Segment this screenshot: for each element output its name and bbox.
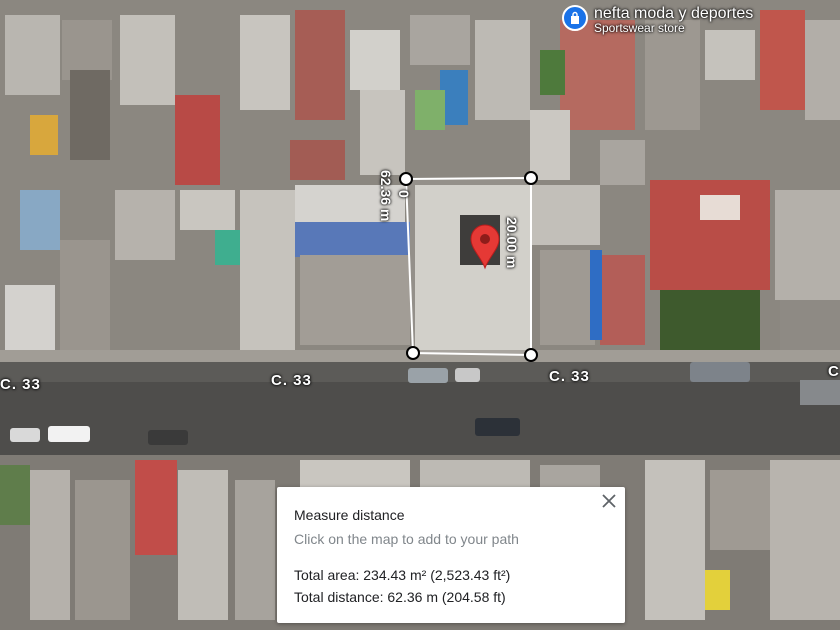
total-area-label: Total area: bbox=[294, 567, 360, 583]
measure-vertex[interactable] bbox=[406, 346, 420, 360]
street-label: C. 33 bbox=[271, 372, 312, 389]
street bbox=[0, 362, 840, 460]
right-edge-distance-label: 20.00 m bbox=[504, 217, 520, 269]
total-distance-label: Total distance: bbox=[294, 589, 384, 605]
street-label: C bbox=[828, 363, 840, 380]
shopping-bag-icon bbox=[562, 5, 588, 31]
measure-vertex[interactable] bbox=[524, 348, 538, 362]
poi-name: nefta moda y deportes bbox=[594, 5, 754, 22]
street-label: C. 33 bbox=[549, 368, 590, 385]
measure-distance-panel: Measure distance Click on the map to add… bbox=[277, 487, 625, 623]
top-edge-distance-label: 62.36 m bbox=[378, 170, 394, 222]
total-area: Total area: 234.43 m² (2,523.43 ft²) bbox=[294, 564, 608, 586]
measure-vertex[interactable] bbox=[524, 171, 538, 185]
total-distance-value: 62.36 m (204.58 ft) bbox=[387, 589, 506, 605]
total-distance: Total distance: 62.36 m (204.58 ft) bbox=[294, 586, 608, 608]
panel-hint: Click on the map to add to your path bbox=[294, 531, 519, 547]
street-label: C. 33 bbox=[0, 376, 41, 393]
close-icon[interactable] bbox=[599, 491, 619, 511]
top-edge-distance-suffix: 0 bbox=[396, 190, 412, 198]
panel-title: Measure distance bbox=[294, 507, 405, 523]
poi-nefta[interactable]: nefta moda y deportes Sportswear store bbox=[562, 5, 753, 35]
poi-category: Sportswear store bbox=[594, 21, 685, 35]
total-area-value: 234.43 m² (2,523.43 ft²) bbox=[363, 567, 511, 583]
measure-vertex[interactable] bbox=[399, 172, 413, 186]
